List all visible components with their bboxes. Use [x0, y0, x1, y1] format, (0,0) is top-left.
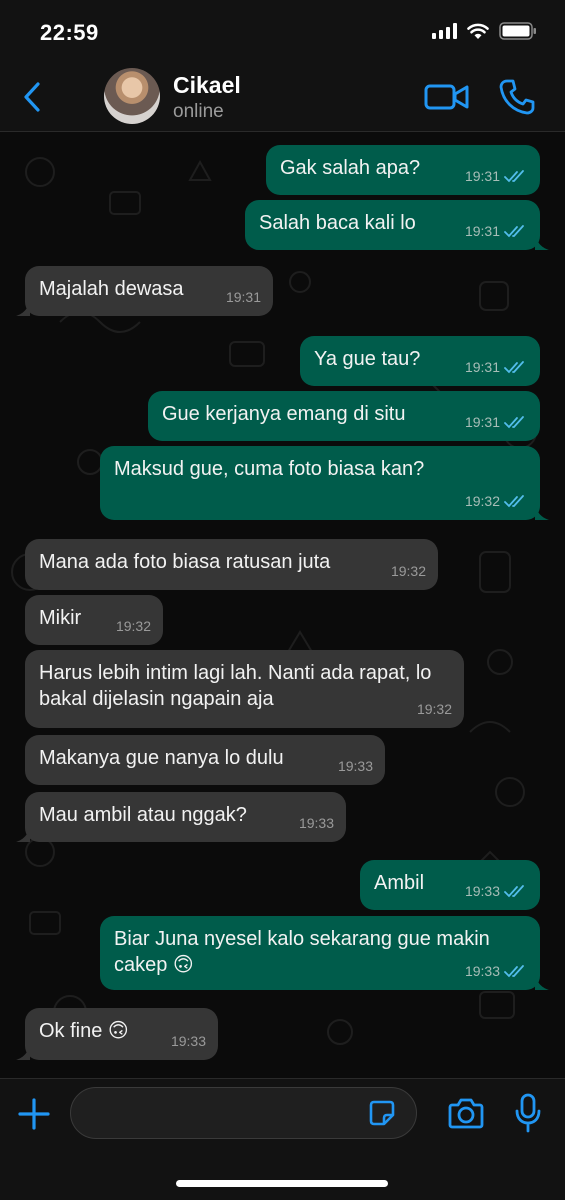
message-bubble-incoming[interactable]: Makanya gue nanya lo dulu 19:33 — [25, 735, 385, 785]
camera-icon[interactable] — [448, 1097, 484, 1129]
message-bubble-incoming[interactable]: Ok fine 🙃 19:33 — [16, 1008, 218, 1060]
message-bubble-incoming[interactable]: Harus lebih intim lagi lah. Nanti ada ra… — [25, 650, 464, 728]
chat-header: Cikael online — [0, 62, 565, 132]
message-meta: 19:31 — [465, 409, 528, 435]
status-icons — [432, 22, 537, 40]
message-meta: 19:32 — [391, 558, 426, 584]
bubble-tail — [16, 1044, 30, 1060]
message-text: Mikir — [39, 607, 82, 629]
read-receipt-icon — [504, 964, 524, 977]
message-time: 19:33 — [464, 963, 500, 979]
microphone-icon[interactable] — [514, 1093, 542, 1133]
message-bubble-incoming[interactable]: Mau ambil atau nggak? 19:33 — [16, 792, 346, 842]
message-text: Ok fine 🙃 — [39, 1020, 129, 1042]
message-text: Ya gue tau? — [314, 348, 421, 370]
message-time: 19:31 — [464, 223, 500, 239]
message-input[interactable] — [70, 1087, 417, 1139]
sticker-icon[interactable] — [368, 1099, 396, 1127]
message-bubble-outgoing[interactable]: Gue kerjanya emang di situ 19:31 — [148, 391, 540, 441]
battery-icon — [499, 22, 536, 40]
message-text: Mau ambil atau nggak? — [39, 804, 247, 826]
read-receipt-icon — [504, 169, 524, 182]
read-receipt-icon — [504, 415, 524, 428]
message-time: 19:33 — [464, 883, 500, 899]
message-text: Majalah dewasa — [39, 278, 184, 300]
message-text: Mana ada foto biasa ratusan juta — [39, 551, 331, 573]
message-text: Harus lebih intim lagi lah. Nanti ada ra… — [39, 662, 437, 710]
read-receipt-icon — [504, 360, 524, 373]
message-meta: 19:33 — [465, 958, 528, 984]
message-meta: 19:33 — [465, 878, 528, 904]
message-bubble-outgoing[interactable]: Biar Juna nyesel kalo sekarang gue makin… — [100, 916, 549, 990]
message-text: Biar Juna nyesel kalo sekarang gue makin… — [114, 928, 496, 976]
cellular-signal-icon — [432, 23, 457, 39]
message-meta: 19:31 — [465, 163, 528, 189]
composer-bar — [0, 1078, 565, 1200]
contact-name[interactable]: Cikael — [173, 72, 241, 99]
bubble-tail — [535, 234, 549, 250]
status-time: 22:59 — [40, 20, 99, 45]
wifi-icon — [467, 23, 489, 39]
message-meta: 19:33 — [338, 753, 373, 779]
bubble-tail — [16, 826, 30, 842]
message-bubble-incoming[interactable]: Mana ada foto biasa ratusan juta 19:32 — [25, 539, 438, 590]
message-bubble-outgoing[interactable]: Maksud gue, cuma foto biasa kan? 19:32 — [100, 446, 549, 520]
message-time: 19:31 — [225, 289, 261, 305]
message-bubble-incoming[interactable]: Mikir 19:32 — [25, 595, 163, 645]
message-meta: 19:33 — [299, 810, 334, 836]
message-meta: 19:32 — [417, 696, 452, 722]
message-time: 19:33 — [337, 758, 373, 774]
message-time: 19:31 — [464, 414, 500, 430]
home-indicator[interactable] — [176, 1180, 388, 1187]
message-meta: 19:32 — [116, 613, 151, 639]
message-time: 19:33 — [170, 1033, 206, 1049]
message-time: 19:31 — [464, 168, 500, 184]
bubble-tail — [535, 504, 549, 520]
status-bar: 22:59 — [0, 0, 565, 62]
avatar[interactable] — [104, 68, 160, 124]
bubble-tail — [16, 300, 30, 316]
message-text: Makanya gue nanya lo dulu — [39, 747, 284, 769]
message-text: Maksud gue, cuma foto biasa kan? — [114, 458, 425, 480]
message-bubble-outgoing[interactable]: Gak salah apa? 19:31 — [266, 145, 540, 195]
message-text: Gue kerjanya emang di situ — [162, 403, 406, 425]
message-bubble-incoming[interactable]: Majalah dewasa 19:31 — [16, 266, 273, 316]
message-time: 19:33 — [298, 815, 334, 831]
message-time: 19:32 — [416, 701, 452, 717]
message-bubble-outgoing[interactable]: Ambil 19:33 — [360, 860, 540, 910]
read-receipt-icon — [504, 224, 524, 237]
message-meta: 19:32 — [465, 488, 528, 514]
contact-status: online — [173, 101, 224, 122]
read-receipt-icon — [504, 884, 524, 897]
plus-icon[interactable] — [17, 1097, 51, 1131]
message-bubble-outgoing[interactable]: Ya gue tau? 19:31 — [300, 336, 540, 386]
message-time: 19:32 — [390, 563, 426, 579]
message-text: Salah baca kali lo — [259, 212, 416, 234]
chat-area[interactable]: Gak salah apa? 19:31 Salah baca kali lo … — [0, 132, 565, 1078]
bubble-tail — [535, 974, 549, 990]
message-text: Ambil — [374, 872, 425, 894]
message-text: Gak salah apa? — [280, 157, 421, 179]
message-time: 19:32 — [464, 493, 500, 509]
read-receipt-icon — [504, 494, 524, 507]
video-call-icon[interactable] — [424, 82, 470, 112]
message-meta: 19:31 — [465, 354, 528, 380]
message-time: 19:32 — [115, 618, 151, 634]
message-meta: 19:33 — [171, 1028, 206, 1054]
voice-call-icon[interactable] — [498, 78, 536, 116]
message-meta: 19:31 — [226, 284, 261, 310]
message-time: 19:31 — [464, 359, 500, 375]
back-icon[interactable] — [18, 80, 48, 114]
message-bubble-outgoing[interactable]: Salah baca kali lo 19:31 — [245, 200, 549, 250]
message-meta: 19:31 — [465, 218, 528, 244]
